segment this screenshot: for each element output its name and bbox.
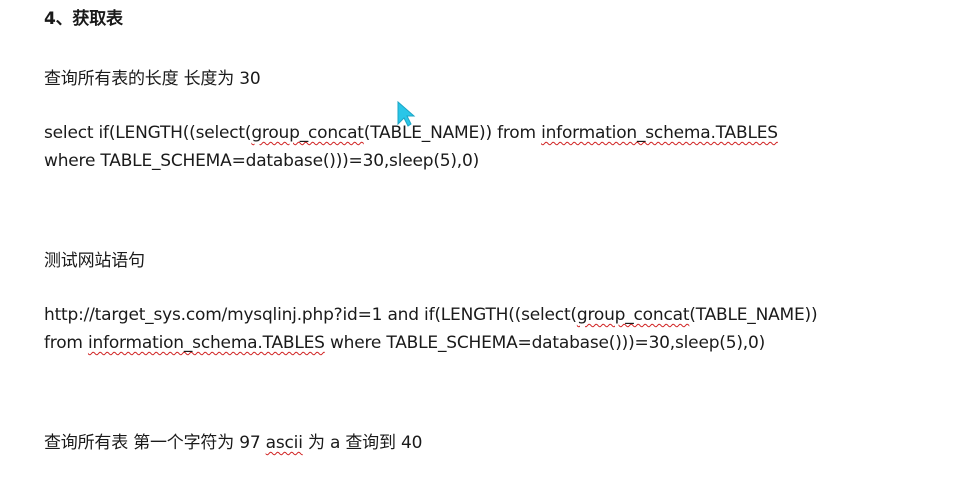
section1-query-line2: where TABLE_SCHEMA=database()))=30,sleep… — [44, 151, 480, 171]
spellcheck-word: group_concat — [576, 305, 690, 325]
url-text: where TABLE_SCHEMA=database()))=30,sleep… — [324, 333, 766, 353]
note-text: 为 a 查询到 40 — [302, 433, 423, 453]
url-text: (TABLE_NAME)) — [689, 305, 818, 325]
spellcheck-word: group_concat — [251, 123, 364, 143]
section1-title: 查询所有表的长度 长度为 30 — [44, 69, 261, 89]
spellcheck-word: information_schema.TABLES — [87, 333, 325, 353]
query-text: (TABLE_NAME)) from — [363, 123, 542, 143]
section2-url-line2: from information_schema.TABLES where TAB… — [44, 332, 765, 354]
mouse-pointer-icon — [397, 100, 416, 127]
spellcheck-word: ascii — [265, 433, 303, 453]
section3-note: 查询所有表 第一个字符为 97 ascii 为 a 查询到 40 — [44, 432, 422, 454]
url-text: http://target_sys.com/mysqlinj.php?id=1 … — [44, 305, 577, 325]
section2-title: 测试网站语句 — [44, 251, 145, 271]
note-text: 查询所有表 第一个字符为 97 — [44, 433, 266, 453]
section-heading: 4、获取表 — [44, 9, 123, 29]
section2-url-line1: http://target_sys.com/mysqlinj.php?id=1 … — [44, 304, 818, 326]
url-text: from — [44, 333, 88, 353]
spellcheck-word: information_schema.TABLES — [541, 123, 778, 143]
query-text: select if(LENGTH((select( — [44, 123, 252, 143]
